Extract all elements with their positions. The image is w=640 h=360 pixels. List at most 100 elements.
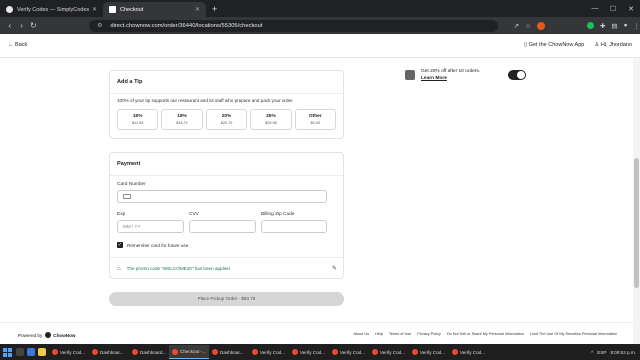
back-link[interactable]: ← Back bbox=[8, 42, 27, 48]
search-icon[interactable] bbox=[16, 348, 24, 356]
extension-icons: ↗ ☆ ✚ ▤ ● ⋮ bbox=[514, 21, 640, 30]
taskbar-item[interactable]: Verify Cod... bbox=[369, 345, 409, 359]
menu-icon[interactable]: ⋮ bbox=[634, 22, 640, 30]
taskbar-item[interactable]: Dashboard... bbox=[129, 345, 169, 359]
browser-icon bbox=[372, 349, 378, 355]
extension-orange-icon[interactable] bbox=[536, 21, 545, 30]
taskbar-label: Verify Cod... bbox=[420, 349, 446, 355]
chownow-logo-icon bbox=[45, 332, 52, 338]
tip-pct: Other bbox=[308, 114, 322, 119]
url-field[interactable]: ⚙ direct.chownow.com/order/36440/locatio… bbox=[89, 19, 498, 32]
cvv-input[interactable] bbox=[189, 220, 256, 233]
exp-placeholder: MM / YY bbox=[123, 224, 141, 229]
site-info-icon[interactable]: ⚙ bbox=[97, 23, 102, 29]
footer-link[interactable]: Terms of Use bbox=[389, 332, 411, 336]
taskbar-item[interactable]: Verify Cod... bbox=[249, 345, 289, 359]
back-label: Back bbox=[15, 42, 28, 48]
chevron-up-icon[interactable]: ^ bbox=[591, 350, 593, 355]
task-view-icon[interactable] bbox=[27, 348, 35, 356]
footer-link[interactable]: Help bbox=[375, 332, 383, 336]
simplycodes-favicon-icon bbox=[6, 6, 13, 13]
bookmark-star-icon[interactable]: ☆ bbox=[525, 22, 531, 30]
remember-card-checkbox[interactable]: ✓ Remember card for future use. bbox=[117, 242, 190, 248]
edit-pencil-icon[interactable]: ✎ bbox=[332, 265, 337, 272]
taskbar-label: Dashboar... bbox=[220, 349, 244, 355]
sidebar-icon[interactable]: ▤ bbox=[611, 22, 617, 30]
taskbar-label: Verify Cod... bbox=[260, 349, 286, 355]
url-text: direct.chownow.com/order/36440/locations… bbox=[110, 22, 263, 29]
tab-checkout[interactable]: Checkout ✕ bbox=[103, 2, 206, 17]
maximize-icon[interactable]: ☐ bbox=[604, 5, 622, 13]
close-tab-icon[interactable]: ✕ bbox=[195, 6, 200, 13]
site-header: ← Back ▯ Get the ChowNow App ♙ Hi, Jhord… bbox=[0, 34, 640, 58]
rewards-promo: Get 20% off after 10 orders. Learn More bbox=[397, 63, 526, 87]
windows-start-icon[interactable] bbox=[3, 347, 12, 357]
taskbar-label: Verify Cod... bbox=[60, 349, 86, 355]
tip-option-18[interactable]: 18% $16.71 bbox=[161, 109, 203, 130]
rewards-toggle[interactable] bbox=[508, 70, 526, 80]
reload-icon[interactable]: ↻ bbox=[27, 21, 39, 30]
taskbar-item[interactable]: Verify Cod... bbox=[49, 345, 89, 359]
scrollbar-thumb[interactable] bbox=[634, 158, 639, 288]
window-controls: — ☐ ✕ bbox=[586, 0, 640, 17]
tab-verify-codes[interactable]: Verify Codes — SimplyCodes ✕ bbox=[0, 2, 103, 17]
profile-icon[interactable]: ● bbox=[624, 22, 628, 29]
taskbar-item[interactable]: Dashboar... bbox=[89, 345, 129, 359]
browser-icon bbox=[132, 349, 138, 355]
powered-by: Powered by ChowNow bbox=[18, 332, 75, 338]
close-window-icon[interactable]: ✕ bbox=[622, 5, 640, 13]
address-bar: ‹ › ↻ ⚙ direct.chownow.com/order/36440/l… bbox=[0, 17, 640, 34]
footer-link[interactable]: Do Not Sell or Share My Personal Informa… bbox=[447, 332, 524, 336]
tip-option-15[interactable]: 15% $11.59 bbox=[117, 109, 159, 130]
tip-option-other[interactable]: Other $0.00 bbox=[294, 109, 337, 130]
learn-more-link[interactable]: Learn More bbox=[421, 76, 447, 81]
phone-icon: ▯ bbox=[524, 42, 528, 48]
payment-card: Payment Card Number Exp MM / YY CVV Bill… bbox=[109, 152, 344, 279]
taskbar-item-active[interactable]: Checkout -... bbox=[169, 345, 209, 359]
browser-icon bbox=[412, 349, 418, 355]
exp-input[interactable]: MM / YY bbox=[117, 220, 184, 233]
taskbar-label: Dashboard... bbox=[140, 349, 167, 355]
footer-link[interactable]: Privacy Policy bbox=[417, 332, 441, 336]
tip-amount: $20.79 bbox=[220, 121, 233, 125]
minimize-icon[interactable]: — bbox=[586, 5, 604, 12]
zip-input[interactable] bbox=[261, 220, 327, 233]
taskbar-item[interactable]: Verify Cod... bbox=[409, 345, 449, 359]
browser-icon bbox=[212, 349, 218, 355]
new-tab-icon[interactable]: + bbox=[212, 2, 217, 17]
language-indicator[interactable]: ESP bbox=[597, 350, 606, 355]
browser-tab-bar: Verify Codes — SimplyCodes ✕ Checkout ✕ … bbox=[0, 0, 640, 17]
exp-label: Exp bbox=[117, 212, 126, 217]
clock[interactable]: 8:09:52 p.m. bbox=[610, 350, 636, 355]
card-number-input[interactable] bbox=[117, 190, 327, 203]
taskbar-item[interactable]: Verify Cod... bbox=[289, 345, 329, 359]
browser-icon bbox=[292, 349, 298, 355]
page-scrollbar[interactable] bbox=[633, 58, 640, 344]
footer-link[interactable]: About Us bbox=[353, 332, 369, 336]
file-explorer-icon[interactable] bbox=[38, 348, 46, 356]
tip-option-20[interactable]: 20% $20.79 bbox=[205, 109, 248, 130]
browser-icon bbox=[52, 349, 58, 355]
extension-green-icon[interactable] bbox=[586, 22, 594, 29]
shopping-bag-icon bbox=[405, 70, 415, 80]
footer-link[interactable]: Limit The Use Of My Sensitive Personal I… bbox=[530, 332, 617, 336]
tip-subtitle: 100% of your tip supports our restaurant… bbox=[117, 98, 294, 103]
tip-option-25[interactable]: 25% $25.98 bbox=[250, 109, 292, 130]
get-app-link[interactable]: ▯ Get the ChowNow App bbox=[524, 42, 584, 48]
puzzle-icon[interactable]: ✚ bbox=[600, 22, 605, 30]
taskbar-label: Verify Cod... bbox=[340, 349, 366, 355]
user-icon: ♙ bbox=[594, 42, 600, 48]
taskbar-item[interactable]: Verify Cod... bbox=[329, 345, 369, 359]
close-tab-icon[interactable]: ✕ bbox=[92, 6, 97, 13]
share-icon[interactable]: ↗ bbox=[514, 22, 519, 30]
user-menu[interactable]: ♙ Hi, Jhordano bbox=[594, 42, 632, 48]
taskbar-item[interactable]: Verify Cod... bbox=[449, 345, 489, 359]
footer-links: About Us Help Terms of Use Privacy Polic… bbox=[353, 332, 617, 336]
taskbar-item[interactable]: Dashboar... bbox=[209, 345, 249, 359]
place-order-button[interactable]: Place Pickup Order · $83.78 bbox=[109, 292, 344, 306]
cvv-label: CVV bbox=[189, 212, 199, 217]
tip-pct: 15% bbox=[132, 114, 143, 119]
forward-arrow-icon[interactable]: › bbox=[16, 21, 28, 30]
back-arrow-icon[interactable]: ‹ bbox=[4, 21, 16, 30]
tab-title: Verify Codes — SimplyCodes bbox=[17, 6, 90, 13]
